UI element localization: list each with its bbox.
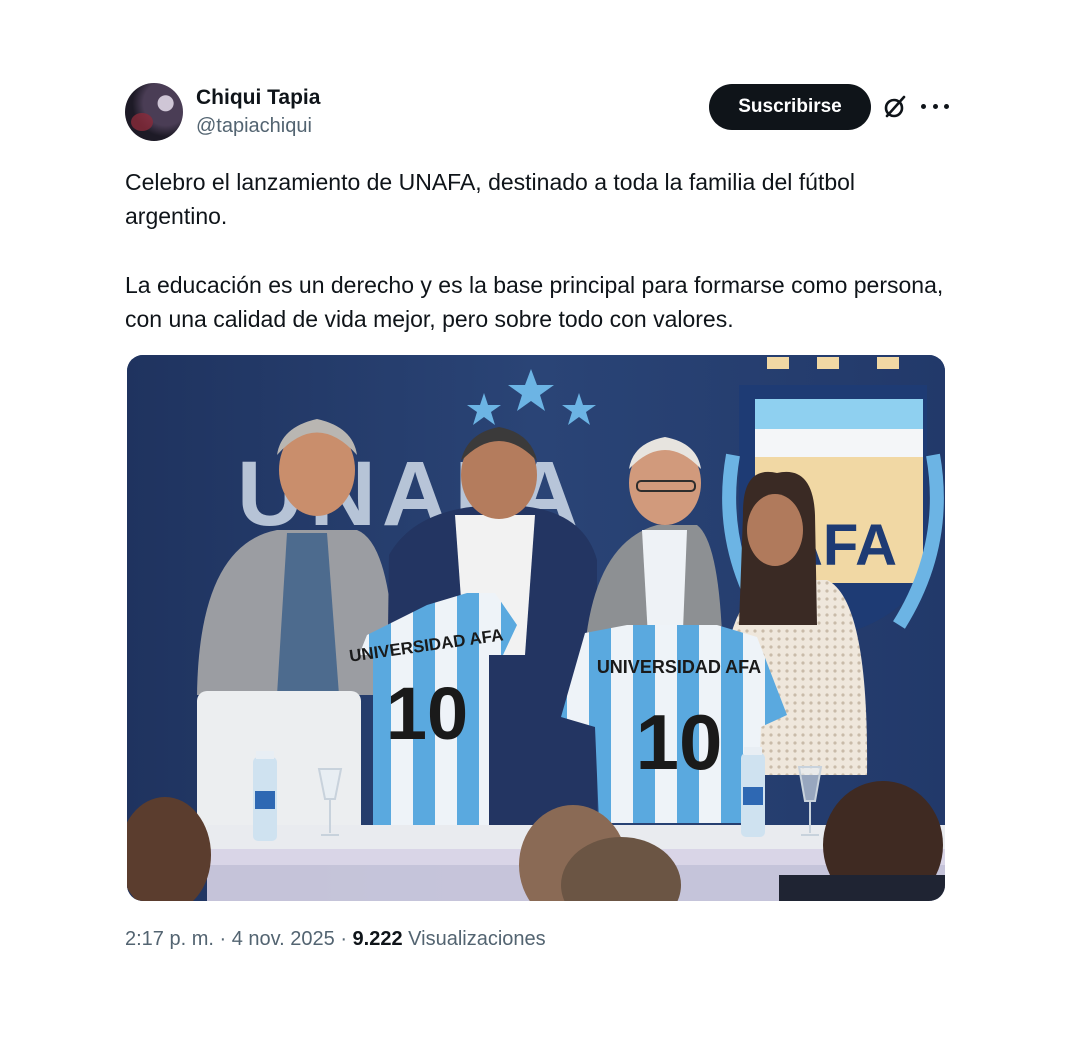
avatar[interactable] xyxy=(125,83,183,141)
meta-separator: · xyxy=(340,928,353,950)
tweet-time[interactable]: 2:17 p. m. xyxy=(125,928,214,950)
more-icon[interactable] xyxy=(921,92,949,120)
grok-icon[interactable] xyxy=(882,94,908,120)
water-bottle-right xyxy=(741,747,765,837)
jersey-right-number: 10 xyxy=(636,698,723,786)
chair xyxy=(197,691,361,841)
tweet-paragraph-1: Celebro el lanzamiento de UNAFA, destina… xyxy=(125,169,856,229)
views-count: 9.222 xyxy=(352,928,403,950)
jersey-right-text: UNIVERSIDAD AFA xyxy=(597,657,761,677)
tweet-date[interactable]: 4 nov. 2025 xyxy=(232,928,335,950)
tweet: Chiqui Tapia @tapiachiqui Suscribirse Ce… xyxy=(0,0,1080,1043)
tweet-photo[interactable]: UNAFA AFA UNIVERSIDAD AFA 10 UNIVERSIDAD… xyxy=(127,355,945,901)
author-name[interactable]: Chiqui Tapia xyxy=(196,86,320,110)
subscribe-button[interactable]: Suscribirse xyxy=(709,84,871,130)
tweet-paragraph-2: La educación es un derecho y es la base … xyxy=(125,272,944,332)
views-label: Visualizaciones xyxy=(408,928,546,950)
jersey-left-number: 10 xyxy=(386,672,468,755)
meta-separator: · xyxy=(219,928,232,950)
tweet-meta: 2:17 p. m. · 4 nov. 2025 · 9.222 Visuali… xyxy=(125,928,546,951)
author-handle[interactable]: @tapiachiqui xyxy=(196,115,312,138)
water-bottle-left xyxy=(253,751,277,841)
